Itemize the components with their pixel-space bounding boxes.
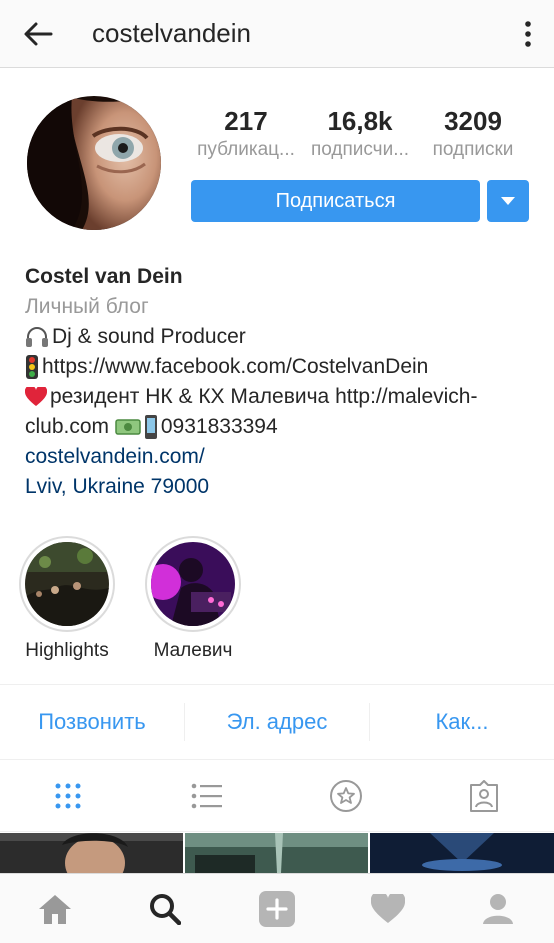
nav-activity[interactable] <box>370 891 406 927</box>
profile-bio: Costel van Dein Личный блог Dj & sound P… <box>25 262 535 502</box>
follow-button[interactable]: Подписаться <box>191 180 480 222</box>
profile-avatar[interactable] <box>27 96 161 230</box>
saved-star-icon <box>330 780 362 812</box>
tab-list[interactable] <box>187 776 227 816</box>
bio-location-link[interactable]: Lviv, Ukraine 79000 <box>25 472 535 502</box>
profile-view-tabs <box>0 760 554 832</box>
nav-home[interactable] <box>37 891 73 927</box>
bio-line-2: https://www.facebook.com/CostelvanDein <box>25 352 535 382</box>
back-arrow-icon <box>24 22 53 46</box>
highlight-ring <box>19 536 115 632</box>
post-thumbnail[interactable] <box>185 833 368 873</box>
traffic-light-icon <box>26 355 38 380</box>
bio-line-4: club.com 0931833394 <box>25 412 535 442</box>
highlight-label: Highlights <box>25 640 109 661</box>
home-icon <box>39 895 71 924</box>
directions-button[interactable]: Как... <box>370 685 554 759</box>
headphones-icon <box>26 327 48 348</box>
highlight-ring <box>145 536 241 632</box>
story-highlight-malevich[interactable]: Малевич <box>145 536 241 662</box>
add-icon <box>259 891 295 927</box>
followers-label: подписчи... <box>310 139 410 160</box>
profile-category: Личный блог <box>25 295 149 318</box>
profile-username: costelvandein <box>92 18 251 48</box>
heart-icon <box>371 894 405 923</box>
profile-icon <box>483 894 513 924</box>
post-thumbnail[interactable] <box>370 833 554 873</box>
tagged-icon <box>470 780 498 812</box>
nav-search[interactable] <box>147 891 183 927</box>
followers-count: 16,8k <box>327 106 393 136</box>
search-icon <box>150 894 181 925</box>
bio-line-3-text: резидент НК & КХ Малевича http://malevic… <box>50 385 478 408</box>
mobile-phone-icon <box>144 415 157 440</box>
profile-full-name: Costel van Dein <box>25 265 183 288</box>
red-heart-icon <box>25 387 47 407</box>
post-thumbnail[interactable] <box>0 833 183 873</box>
call-button[interactable]: Позвонить <box>0 685 184 759</box>
nav-profile[interactable] <box>480 891 516 927</box>
stat-followers[interactable]: 16,8k подписчи... <box>300 106 420 164</box>
story-highlight-highlights[interactable]: Highlights <box>19 536 115 662</box>
bio-line-3: резидент НК & КХ Малевича http://malevic… <box>25 382 535 412</box>
highlight-label: Малевич <box>153 640 233 661</box>
stat-posts[interactable]: 217 публикац... <box>186 106 306 164</box>
stat-following[interactable]: 3209 подписки <box>414 106 532 164</box>
more-vertical-icon <box>525 21 531 47</box>
bio-phone: 0931833394 <box>160 415 278 438</box>
tab-tagged[interactable] <box>464 776 504 816</box>
more-options-button[interactable] <box>516 14 540 54</box>
posts-count: 217 <box>224 106 268 136</box>
highlight-cover-image <box>25 542 109 626</box>
money-icon <box>115 419 141 436</box>
bio-line-2-text: https://www.facebook.com/CostelvanDein <box>42 355 429 378</box>
avatar-image <box>27 96 161 230</box>
following-label: подписки <box>432 139 514 160</box>
tab-grid[interactable] <box>48 776 88 816</box>
list-icon <box>191 783 222 809</box>
bio-website-link[interactable]: costelvandein.com/ <box>25 442 535 472</box>
back-button[interactable] <box>18 14 58 54</box>
caret-down-icon <box>501 197 515 205</box>
top-bar: costelvandein <box>0 0 554 68</box>
contact-bar: Позвонить Эл. адрес Как... <box>0 684 554 760</box>
highlight-cover-image <box>151 542 235 626</box>
email-button[interactable]: Эл. адрес <box>185 685 369 759</box>
nav-add-post[interactable] <box>259 891 295 927</box>
tab-saved[interactable] <box>326 776 366 816</box>
bottom-navigation <box>0 873 554 943</box>
grid-icon <box>55 783 81 809</box>
suggestions-dropdown-button[interactable] <box>487 180 529 222</box>
bio-line-1: Dj & sound Producer <box>25 322 535 352</box>
bio-line-4-text: club.com <box>25 415 110 438</box>
bio-line-1-text: Dj & sound Producer <box>52 325 246 348</box>
following-count: 3209 <box>444 106 502 136</box>
posts-label: публикац... <box>197 139 295 160</box>
